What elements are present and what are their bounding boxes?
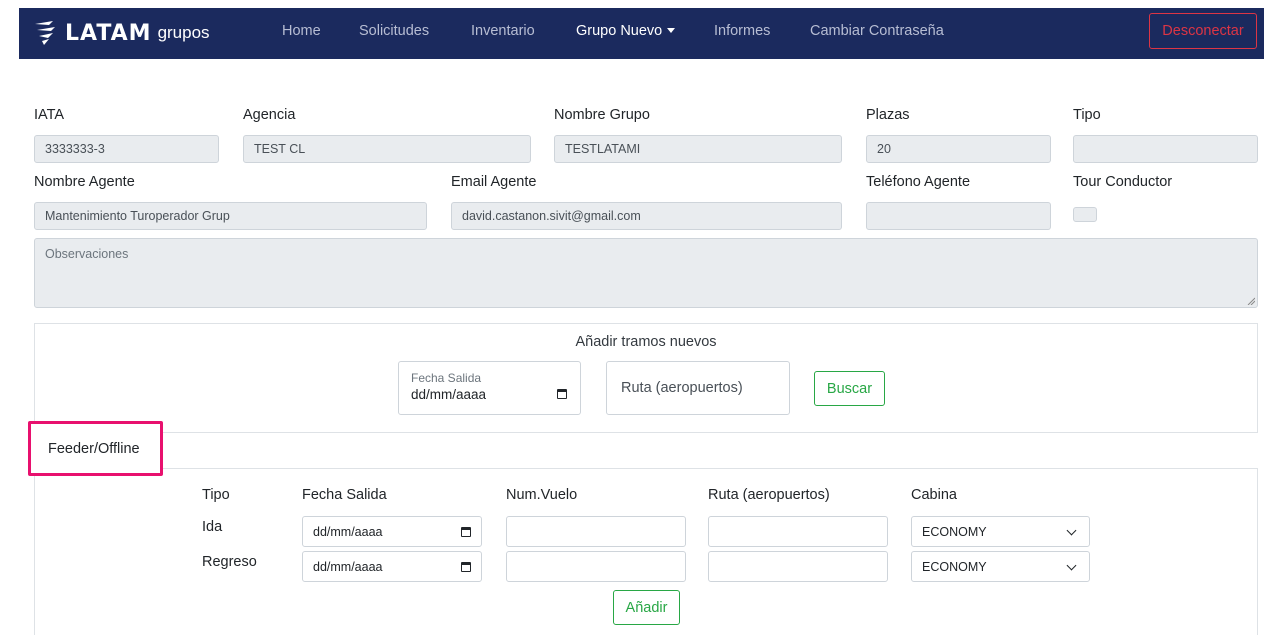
tour-conductor-label: Tour Conductor: [1073, 174, 1173, 190]
observaciones-textarea[interactable]: Observaciones: [34, 238, 1258, 308]
plazas-label: Plazas: [866, 107, 910, 123]
feeder-header-vuelo: Num.Vuelo: [506, 487, 578, 503]
tramos-ruta-input[interactable]: Ruta (aeropuertos): [606, 361, 790, 415]
feeder-ida-vuelo-input[interactable]: [506, 516, 686, 547]
brand-subtitle: grupos: [157, 23, 210, 42]
feeder-regreso-cabina-select[interactable]: ECONOMY: [911, 551, 1090, 582]
chevron-down-icon: [1066, 525, 1077, 536]
iata-label: IATA: [34, 107, 65, 123]
nav-inventario[interactable]: Inventario: [471, 23, 535, 39]
feeder-ida-cabina-select[interactable]: ECONOMY: [911, 516, 1090, 547]
nav-grupo-nuevo-label: Grupo Nuevo: [576, 23, 663, 39]
brand-logo[interactable]: LATAM grupos: [33, 18, 210, 48]
iata-field[interactable]: 3333333-3: [34, 135, 219, 163]
feeder-ida-fecha-value: dd/mm/aaaa: [313, 524, 383, 539]
feeder-header-tipo: Tipo: [202, 487, 230, 503]
telefono-agente-field[interactable]: [866, 202, 1051, 230]
nav-informes[interactable]: Informes: [714, 23, 770, 39]
nombre-agente-label: Nombre Agente: [34, 174, 135, 190]
feeder-ida-ruta-input[interactable]: [708, 516, 888, 547]
feeder-regreso-fecha-input[interactable]: dd/mm/aaaa: [302, 551, 482, 582]
feeder-ida-fecha-input[interactable]: dd/mm/aaaa: [302, 516, 482, 547]
feeder-row-regreso-tipo: Regreso: [202, 554, 257, 570]
tramos-fecha-value: dd/mm/aaaa: [411, 387, 487, 402]
logout-button[interactable]: Desconectar: [1149, 13, 1257, 49]
telefono-agente-label: Teléfono Agente: [866, 174, 971, 190]
anadir-button[interactable]: Añadir: [613, 590, 680, 625]
tipo-field[interactable]: [1073, 135, 1258, 163]
agencia-label: Agencia: [243, 107, 296, 123]
email-agente-field[interactable]: david.castanon.sivit@gmail.com: [451, 202, 842, 230]
feeder-header-ruta: Ruta (aeropuertos): [708, 487, 830, 503]
feeder-ida-cabina-value: ECONOMY: [922, 524, 987, 539]
feeder-regreso-ruta-input[interactable]: [708, 551, 888, 582]
tramos-fecha-input[interactable]: Fecha Salida dd/mm/aaaa: [398, 361, 581, 415]
tab-feeder-offline[interactable]: Feeder/Offline: [28, 421, 163, 476]
tramos-fecha-label: Fecha Salida: [411, 371, 482, 385]
chevron-down-icon: [1066, 560, 1077, 571]
calendar-icon[interactable]: [461, 527, 471, 537]
email-agente-label: Email Agente: [451, 174, 537, 190]
feeder-row-ida-tipo: Ida: [202, 519, 223, 535]
resize-grip-icon[interactable]: [1247, 297, 1255, 305]
nav-solicitudes[interactable]: Solicitudes: [359, 23, 429, 39]
agencia-field[interactable]: TEST CL: [243, 135, 531, 163]
observaciones-placeholder: Observaciones: [45, 247, 129, 261]
dropdown-caret-icon: [667, 28, 676, 33]
tramos-title: Añadir tramos nuevos: [575, 334, 717, 350]
plazas-field[interactable]: 20: [866, 135, 1051, 163]
feeder-header-cabina: Cabina: [911, 487, 957, 503]
nombre-agente-field[interactable]: Mantenimiento Turoperador Grup: [34, 202, 427, 230]
feeder-regreso-vuelo-input[interactable]: [506, 551, 686, 582]
brand-name: LATAM: [65, 20, 152, 46]
feeder-regreso-cabina-value: ECONOMY: [922, 559, 987, 574]
latam-logo-icon: [35, 21, 55, 45]
nombre-grupo-field[interactable]: TESTLATAMI: [554, 135, 842, 163]
nav-cambiar-contrasena[interactable]: Cambiar Contraseña: [810, 23, 944, 39]
nav-grupo-nuevo[interactable]: Grupo Nuevo: [576, 23, 676, 39]
feeder-regreso-fecha-value: dd/mm/aaaa: [313, 559, 383, 574]
nav-home[interactable]: Home: [282, 23, 321, 39]
tipo-label: Tipo: [1073, 107, 1101, 123]
tour-conductor-checkbox[interactable]: [1073, 207, 1097, 222]
top-navbar: LATAM grupos Home Solicitudes Inventario…: [19, 8, 1264, 59]
calendar-icon[interactable]: [557, 389, 567, 399]
buscar-button[interactable]: Buscar: [814, 371, 885, 406]
nombre-grupo-label: Nombre Grupo: [554, 107, 650, 123]
feeder-header-fecha: Fecha Salida: [302, 487, 387, 503]
calendar-icon[interactable]: [461, 562, 471, 572]
